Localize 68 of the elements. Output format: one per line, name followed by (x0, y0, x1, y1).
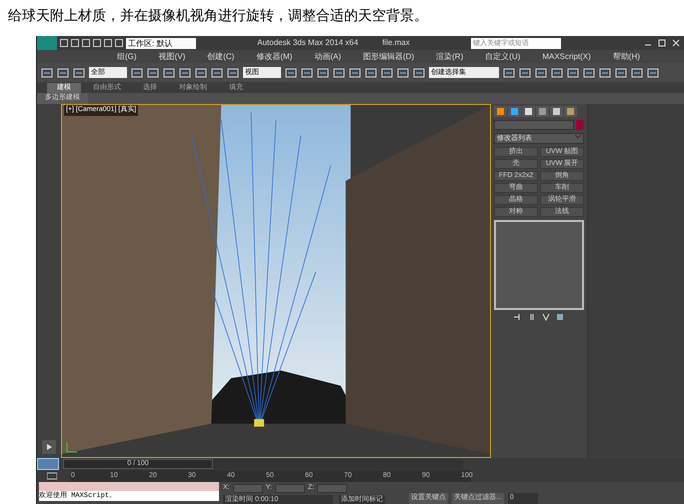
toolbar-icon[interactable] (131, 66, 143, 78)
command-panel-tab[interactable] (522, 106, 535, 117)
toolbar-icon[interactable] (583, 66, 595, 78)
object-color-swatch[interactable] (576, 120, 584, 130)
coordinate-field[interactable] (317, 484, 348, 493)
caption-text: 给球天附上材质，并在摄像机视角进行旋转，调整合适的天空背景。 (8, 7, 428, 23)
menu-item[interactable]: 帮助(H) (612, 50, 640, 62)
fork-icon[interactable] (542, 313, 550, 321)
caret-icon (575, 134, 581, 140)
toolbar-icon[interactable] (413, 66, 425, 78)
command-panel-tab[interactable] (564, 106, 577, 117)
toolbar-icon[interactable] (179, 66, 191, 78)
toolbar-icon[interactable] (73, 66, 85, 78)
menu-item[interactable]: 动画(A) (314, 50, 342, 62)
menu-item[interactable]: 视图(V) (158, 50, 186, 62)
play-icon (46, 444, 52, 450)
curve-editor-icon[interactable] (47, 472, 57, 480)
toolbar-icon[interactable] (365, 66, 377, 78)
maximize-icon[interactable] (658, 39, 666, 47)
axis-gizmo-icon (66, 441, 78, 453)
toolbar-icon[interactable] (41, 66, 53, 78)
menu-item[interactable]: 修改器(M) (256, 50, 292, 62)
toolbar-icon[interactable] (599, 66, 611, 78)
toolbar-icon[interactable] (551, 66, 563, 78)
menu-item[interactable]: 图形编辑器(D) (363, 50, 414, 62)
toolbar-icon[interactable] (227, 66, 239, 78)
toolbar-icon[interactable] (397, 66, 409, 78)
toolbar-icon[interactable] (535, 66, 547, 78)
toolbar-icon[interactable] (211, 66, 223, 78)
toolbar-icon[interactable] (317, 66, 329, 78)
menu-item[interactable]: 渲染(R) (436, 50, 464, 62)
command-panel-tab[interactable] (494, 106, 507, 117)
panel-settings-icon[interactable] (556, 313, 564, 321)
window-title: Autodesk 3ds Max 2014 x64 (257, 37, 358, 49)
toolbar-icon[interactable] (631, 66, 643, 78)
toolbar-icon[interactable] (503, 66, 515, 78)
toolbar-icon[interactable] (57, 66, 69, 78)
maxscript-listener-field[interactable] (39, 482, 219, 491)
toolbar-icon[interactable] (381, 66, 393, 78)
menu-item[interactable]: 组(G) (117, 50, 137, 62)
menu-item[interactable]: 自定义(U) (485, 50, 520, 62)
workspace-dropdown[interactable]: 工作区: 默认 (126, 38, 196, 48)
toolbar-icon[interactable] (163, 66, 175, 78)
toolbar-icon[interactable] (349, 66, 361, 78)
play-button[interactable] (42, 440, 56, 454)
command-panel-tab[interactable] (508, 106, 521, 117)
menu-item[interactable]: MAXScript(X) (542, 50, 591, 62)
toolbar-icon[interactable] (195, 66, 207, 78)
pause-icon[interactable] (528, 313, 536, 321)
toolbar-icon[interactable] (333, 66, 345, 78)
modifier-stack-list[interactable] (494, 220, 584, 310)
toolbar-icon[interactable] (147, 66, 159, 78)
menu-item[interactable]: 创建(C) (207, 50, 234, 62)
toolbar-icon[interactable] (285, 66, 297, 78)
coordinate-field[interactable] (232, 484, 263, 493)
pin-icon[interactable] (514, 313, 522, 321)
toolbar-icon[interactable] (301, 66, 313, 78)
coordinate-field[interactable] (274, 484, 305, 493)
toolbar-icon[interactable] (647, 66, 659, 78)
toolbar-icon[interactable] (615, 66, 627, 78)
command-panel-tab[interactable] (550, 106, 563, 117)
close-icon[interactable] (672, 39, 680, 47)
object-name-field[interactable] (494, 120, 574, 130)
command-panel-tab[interactable] (536, 106, 549, 117)
file-name: file.max (382, 37, 410, 49)
viewport-thumbnail[interactable] (37, 458, 59, 470)
toolbar-icon[interactable] (567, 66, 579, 78)
toolbar-icon[interactable] (519, 66, 531, 78)
